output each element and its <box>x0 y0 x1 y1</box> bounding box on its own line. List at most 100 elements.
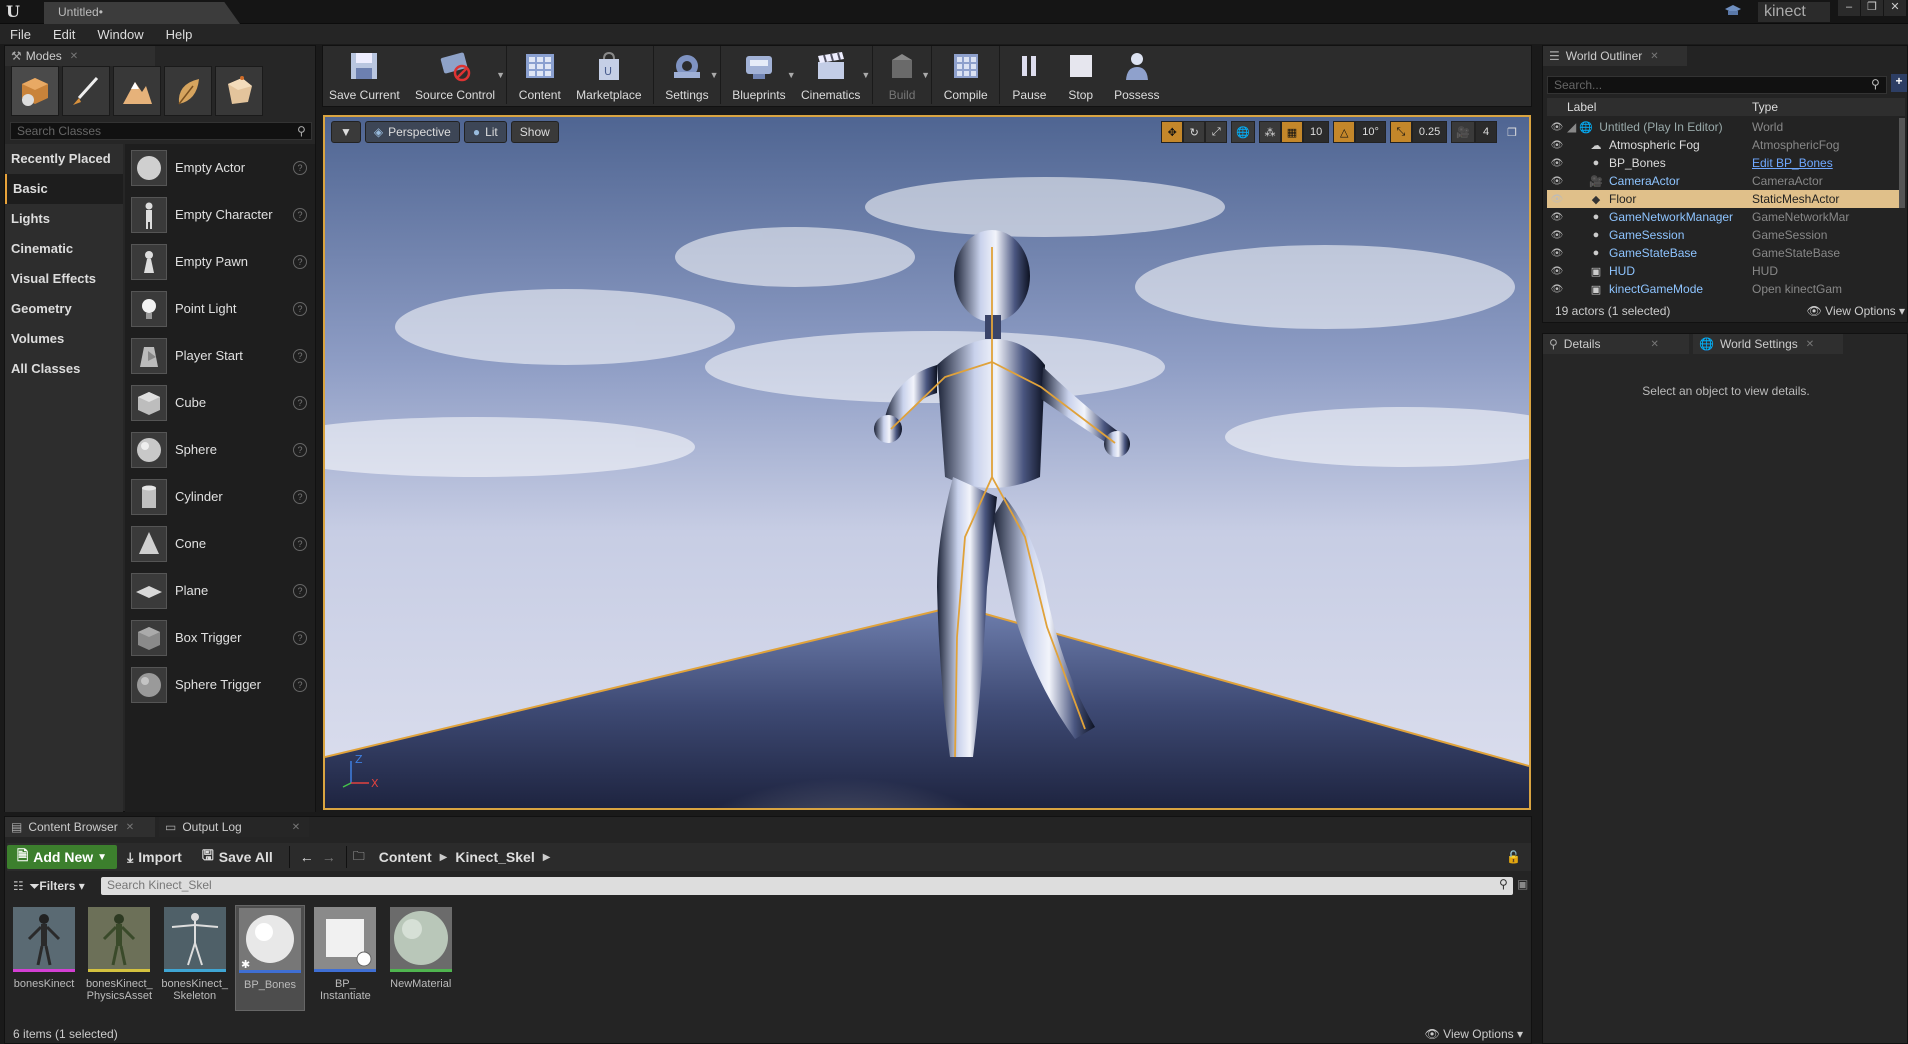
outliner-row[interactable]: 👁 ☁ Atmospheric Fog AtmosphericFog <box>1547 136 1905 154</box>
add-actor-icon[interactable]: + <box>1891 74 1907 92</box>
document-tab[interactable]: Untitled• <box>44 2 240 24</box>
asset-tile[interactable]: NewMaterial <box>386 905 456 1011</box>
tab-world-settings[interactable]: 🌐 World Settings ✕ <box>1693 334 1843 354</box>
category-recently-placed[interactable]: Recently Placed <box>5 144 123 174</box>
place-item-player-start[interactable]: Player Start? <box>125 332 315 379</box>
help-icon[interactable]: ? <box>293 536 307 551</box>
help-icon[interactable]: ? <box>293 630 307 645</box>
collapse-arrow-icon[interactable]: ◢ <box>1567 120 1576 134</box>
outliner-row-selected[interactable]: 👁 ◆ Floor StaticMeshActor <box>1547 190 1905 208</box>
scale-tool-icon[interactable]: ⤢ <box>1205 121 1228 143</box>
lock-icon[interactable]: 🔓 <box>1506 850 1521 864</box>
tab-modes[interactable]: ⚒ Modes ✕ <box>5 46 155 66</box>
perspective-button[interactable]: ◈ Perspective <box>364 121 460 143</box>
category-geometry[interactable]: Geometry <box>5 294 123 324</box>
world-space-icon[interactable]: 🌐 <box>1231 121 1255 143</box>
eye-icon[interactable]: 👁 <box>1547 266 1567 277</box>
outliner-row[interactable]: 👁 ● GameNetworkManager GameNetworkMar <box>1547 208 1905 226</box>
place-mode-button[interactable] <box>11 66 59 116</box>
tab-content-browser[interactable]: ▤ Content Browser ✕ <box>5 817 155 837</box>
view-options-button[interactable]: 👁 View Options ▾ <box>1425 1027 1523 1041</box>
eye-icon[interactable]: 👁 <box>1547 158 1567 169</box>
close-window-button[interactable]: ✕ <box>1884 0 1906 16</box>
place-item-point-light[interactable]: Point Light? <box>125 285 315 332</box>
category-visual-effects[interactable]: Visual Effects <box>5 264 123 294</box>
place-item-cube[interactable]: Cube? <box>125 379 315 426</box>
add-new-button[interactable]: 🗎 Add New ▼ <box>7 845 118 869</box>
pause-button[interactable]: Pause <box>1005 46 1053 104</box>
blueprints-button[interactable]: Blueprints ▼ <box>726 46 796 104</box>
asset-tile-selected[interactable]: ✱ BP_Bones <box>235 905 306 1011</box>
forward-arrow-icon[interactable]: → <box>318 845 340 869</box>
maximize-button[interactable]: ❐ <box>1861 0 1883 16</box>
back-arrow-icon[interactable]: ← <box>296 845 318 869</box>
foliage-mode-button[interactable] <box>164 66 212 116</box>
tab-output-log[interactable]: ▭ Output Log ✕ <box>159 817 309 837</box>
eye-icon[interactable]: 👁 <box>1547 212 1567 223</box>
tab-details[interactable]: ⚲ Details ✕ <box>1543 334 1689 354</box>
translate-tool-icon[interactable]: ✥ <box>1161 121 1184 143</box>
filters-button[interactable]: ⏷Filters ▾ <box>30 879 85 894</box>
help-icon[interactable]: ? <box>293 348 307 363</box>
eye-icon[interactable]: 👁 <box>1547 248 1567 259</box>
eye-icon[interactable]: 👁 <box>1547 194 1567 205</box>
marketplace-button[interactable]: U Marketplace <box>570 46 647 104</box>
help-icon[interactable]: ? <box>293 395 307 410</box>
menu-help[interactable]: Help <box>166 27 193 42</box>
help-icon[interactable]: ? <box>293 583 307 598</box>
breadcrumb-chevron-icon[interactable]: ▶ <box>543 852 551 863</box>
place-item-cone[interactable]: Cone? <box>125 520 315 567</box>
place-item-sphere[interactable]: Sphere? <box>125 426 315 473</box>
menu-window[interactable]: Window <box>97 27 143 42</box>
level-viewport[interactable]: ▼ ◈ Perspective ● Lit Show ✥ ↻ ⤢ 🌐 ⁂ ▦ 10 … <box>323 115 1531 810</box>
chevron-down-icon[interactable]: ▼ <box>496 70 505 80</box>
settings-button[interactable]: Settings ▼ <box>659 46 719 104</box>
outliner-row[interactable]: 👁 ● GameStateBase GameStateBase <box>1547 244 1905 262</box>
eye-icon[interactable]: 👁 <box>1547 122 1567 133</box>
place-item-empty-pawn[interactable]: Empty Pawn? <box>125 238 315 285</box>
chevron-down-icon[interactable]: ▼ <box>921 70 930 80</box>
chevron-down-icon[interactable]: ▼ <box>861 70 870 80</box>
asset-tile[interactable]: bonesKinect_ Skeleton <box>160 905 230 1011</box>
close-icon[interactable]: ✕ <box>70 51 78 62</box>
source-control-button[interactable]: Source Control ▼ <box>409 46 505 104</box>
help-icon[interactable]: ? <box>293 677 307 692</box>
save-search-icon[interactable]: ▣ <box>1517 877 1528 891</box>
place-item-plane[interactable]: Plane? <box>125 567 315 614</box>
scale-snap-icon[interactable]: ⤡ <box>1389 121 1412 143</box>
help-icon[interactable]: ? <box>293 442 307 457</box>
rotation-snap-icon[interactable]: △ <box>1333 121 1356 143</box>
camera-speed-value[interactable]: 4 <box>1475 121 1497 143</box>
lit-button[interactable]: ● Lit <box>463 121 507 143</box>
eye-icon[interactable]: 👁 <box>1547 140 1567 151</box>
grid-snap-value[interactable]: 10 <box>1302 121 1330 143</box>
close-icon[interactable]: ✕ <box>1806 339 1814 350</box>
asset-search-input[interactable]: Search Kinect_Skel <box>101 877 1513 895</box>
rotate-tool-icon[interactable]: ↻ <box>1183 121 1206 143</box>
menu-file[interactable]: File <box>10 27 31 42</box>
close-icon[interactable]: ✕ <box>126 822 134 833</box>
outliner-row[interactable]: 👁 ▣ kinectGameMode Open kinectGam <box>1547 280 1905 298</box>
outliner-scrollbar[interactable] <box>1899 118 1905 208</box>
breadcrumb-content[interactable]: Content <box>379 849 432 865</box>
menu-edit[interactable]: Edit <box>53 27 75 42</box>
category-cinematic[interactable]: Cinematic <box>5 234 123 264</box>
tab-world-outliner[interactable]: ☰ World Outliner ✕ <box>1543 46 1687 66</box>
save-current-button[interactable]: Save Current <box>323 46 406 104</box>
category-volumes[interactable]: Volumes <box>5 324 123 354</box>
outliner-row[interactable]: 👁 ● BP_Bones Edit BP_Bones <box>1547 154 1905 172</box>
help-icon[interactable]: ? <box>293 160 307 175</box>
viewport-menu-button[interactable]: ▼ <box>331 121 361 143</box>
rotation-snap-value[interactable]: 10° <box>1355 121 1386 143</box>
view-options-button[interactable]: 👁 View Options ▾ <box>1807 304 1905 318</box>
outliner-search-input[interactable]: Search... <box>1547 76 1887 94</box>
asset-tile[interactable]: bonesKinect <box>9 905 79 1011</box>
cinematics-button[interactable]: Cinematics ▼ <box>795 46 870 104</box>
outliner-row[interactable]: 👁 ● GameSession GameSession <box>1547 226 1905 244</box>
grid-snap-icon[interactable]: ▦ <box>1280 121 1303 143</box>
eye-icon[interactable]: 👁 <box>1547 176 1567 187</box>
breadcrumb-kinect-skel[interactable]: Kinect_Skel <box>455 849 534 865</box>
close-icon[interactable]: ✕ <box>1650 51 1658 62</box>
chevron-down-icon[interactable]: ▼ <box>710 70 719 80</box>
edit-blueprint-link[interactable]: Edit BP_Bones <box>1752 156 1905 170</box>
